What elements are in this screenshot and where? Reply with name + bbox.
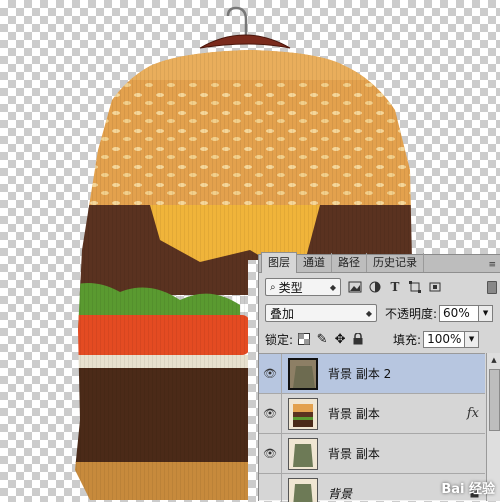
filter-type-select[interactable]: ⌕ 类型 ◆	[265, 278, 341, 296]
panel-menu-icon[interactable]: ≡	[483, 258, 500, 272]
tab-history[interactable]: 历史记录	[367, 253, 424, 272]
eye-icon[interactable]: 👁	[259, 367, 281, 380]
layer-row[interactable]: 👁 背景 副本	[259, 434, 485, 474]
divider	[281, 434, 282, 474]
layer-thumbnail	[288, 478, 318, 502]
chevron-down-icon: ◆	[330, 283, 336, 292]
eye-icon[interactable]: 👁	[259, 447, 281, 460]
opacity-slider-button[interactable]: ▼	[479, 305, 493, 322]
layer-thumbnail	[288, 358, 318, 390]
panel-tabs: 图层 通道 路径 历史记录 ≡	[259, 255, 500, 273]
blend-mode-value: 叠加	[270, 305, 294, 322]
layer-name[interactable]: 背景 副本 2	[328, 365, 391, 382]
fill-slider-button[interactable]: ▼	[465, 331, 479, 348]
layer-thumbnail	[288, 438, 318, 470]
lock-all-icon[interactable]	[351, 332, 365, 346]
filter-type-icon[interactable]: T	[387, 279, 403, 295]
layer-name[interactable]: 背景 副本	[328, 405, 380, 422]
search-icon: ⌕	[270, 282, 276, 293]
layer-name[interactable]: 背景 副本	[328, 445, 380, 462]
lock-image-icon[interactable]: ✎	[315, 332, 329, 346]
filter-toggle[interactable]	[487, 281, 497, 294]
layer-thumbnail	[288, 398, 318, 430]
scroll-up-icon[interactable]: ▲	[487, 353, 500, 367]
filter-pixel-icon[interactable]	[347, 279, 363, 295]
layer-row[interactable]: 👁 背景 副本 2	[259, 354, 485, 394]
divider	[281, 394, 282, 434]
fill-field[interactable]: 100%	[423, 331, 465, 348]
scrollbar-thumb[interactable]	[489, 369, 500, 431]
chevron-down-icon: ◆	[366, 309, 372, 318]
lock-transparent-icon[interactable]	[297, 332, 311, 346]
tab-paths[interactable]: 路径	[332, 253, 367, 272]
filter-shape-icon[interactable]	[407, 279, 423, 295]
fill-label: 填充:	[393, 331, 421, 348]
eye-icon[interactable]: 👁	[259, 407, 281, 420]
layers-panel: 图层 通道 路径 历史记录 ≡ ⌕ 类型 ◆ T	[258, 254, 500, 501]
divider	[281, 474, 282, 502]
layer-row[interactable]: 👁 背景 副本 fx	[259, 394, 485, 434]
opacity-field[interactable]: 60%	[439, 305, 479, 322]
filter-type-value: 类型	[279, 279, 303, 296]
watermark: Bai 经验	[441, 478, 495, 497]
tab-layers[interactable]: 图层	[261, 252, 297, 273]
lock-position-icon[interactable]: ✥	[333, 332, 347, 346]
divider	[281, 354, 282, 394]
lock-label: 锁定:	[265, 331, 293, 348]
blend-mode-select[interactable]: 叠加 ◆	[265, 304, 377, 322]
tab-channels[interactable]: 通道	[297, 253, 332, 272]
layer-name[interactable]: 背景	[328, 485, 352, 502]
filter-adjustment-icon[interactable]	[367, 279, 383, 295]
filter-smartobject-icon[interactable]	[427, 279, 443, 295]
hanger	[200, 8, 290, 48]
fx-icon[interactable]: fx	[467, 406, 479, 421]
opacity-label: 不透明度:	[385, 305, 437, 322]
